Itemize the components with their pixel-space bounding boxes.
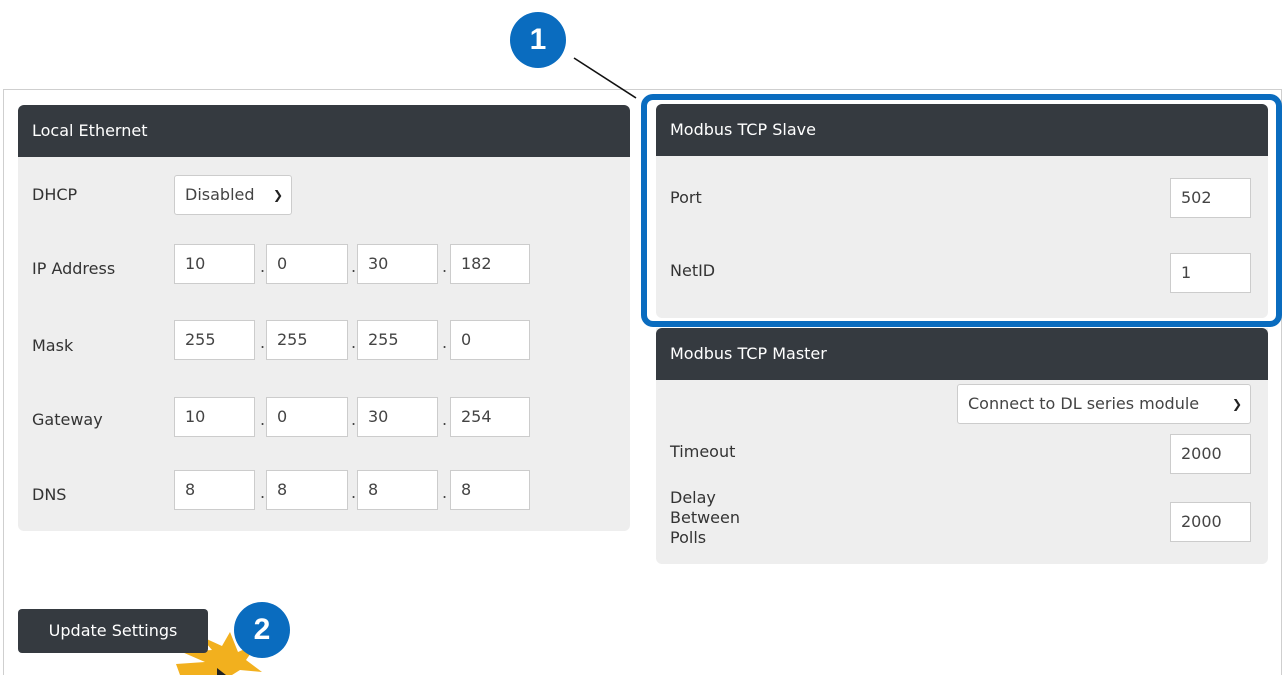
dns-octet-4[interactable]: 8 bbox=[450, 470, 530, 510]
ip-address-label: IP Address bbox=[32, 259, 116, 278]
master-mode-select[interactable]: Connect to DL series module ❯ bbox=[957, 384, 1251, 424]
delay-between-polls-input[interactable]: 2000 bbox=[1170, 502, 1251, 542]
gateway-octet-1[interactable]: 10 bbox=[174, 397, 255, 437]
dns-octet-2[interactable]: 8 bbox=[266, 470, 348, 510]
gateway-label: Gateway bbox=[32, 410, 103, 429]
ip-octet-1[interactable]: 10 bbox=[174, 244, 255, 284]
delay-label-line: Delay bbox=[670, 488, 716, 507]
dns-label: DNS bbox=[32, 485, 67, 504]
gateway-separator: . bbox=[260, 410, 266, 429]
gateway-separator: . bbox=[442, 410, 448, 429]
ip-octet-4[interactable]: 182 bbox=[450, 244, 530, 284]
mask-octet-2[interactable]: 255 bbox=[266, 320, 348, 360]
ip-separator: . bbox=[442, 257, 448, 276]
local-ethernet-panel: Local Ethernet DHCP Disabled ❯ IP Addres… bbox=[18, 105, 630, 531]
dns-separator: . bbox=[260, 483, 266, 502]
dns-separator: . bbox=[351, 483, 357, 502]
mask-separator: . bbox=[351, 333, 357, 352]
mask-separator: . bbox=[442, 333, 448, 352]
dhcp-select-value: Disabled bbox=[185, 185, 255, 204]
gateway-octet-2[interactable]: 0 bbox=[266, 397, 348, 437]
dhcp-label: DHCP bbox=[32, 185, 78, 204]
dns-octet-1[interactable]: 8 bbox=[174, 470, 255, 510]
callout-highlight-box bbox=[641, 94, 1282, 327]
delay-label-line: Polls bbox=[670, 528, 707, 547]
callout-badge-1: 1 bbox=[510, 12, 566, 68]
mask-octet-1[interactable]: 255 bbox=[174, 320, 255, 360]
callout-badge-2: 2 bbox=[234, 602, 290, 658]
dns-octet-3[interactable]: 8 bbox=[357, 470, 438, 510]
update-settings-button[interactable]: Update Settings bbox=[18, 609, 208, 653]
modbus-tcp-master-panel: Modbus TCP Master Connect to DL series m… bbox=[656, 328, 1268, 564]
timeout-input[interactable]: 2000 bbox=[1170, 434, 1251, 474]
ip-octet-2[interactable]: 0 bbox=[266, 244, 348, 284]
local-ethernet-title: Local Ethernet bbox=[18, 105, 630, 157]
modbus-tcp-master-title: Modbus TCP Master bbox=[656, 328, 1268, 380]
ip-separator: . bbox=[351, 257, 357, 276]
delay-label-line: Between bbox=[670, 508, 741, 527]
gateway-octet-3[interactable]: 30 bbox=[357, 397, 438, 437]
gateway-separator: . bbox=[351, 410, 357, 429]
master-mode-value: Connect to DL series module bbox=[968, 394, 1200, 413]
mask-octet-3[interactable]: 255 bbox=[357, 320, 438, 360]
delay-between-polls-label: Delay Between Polls bbox=[670, 488, 740, 548]
gateway-octet-4[interactable]: 254 bbox=[450, 397, 530, 437]
ip-separator: . bbox=[260, 257, 266, 276]
timeout-label: Timeout bbox=[670, 442, 736, 461]
mask-octet-4[interactable]: 0 bbox=[450, 320, 530, 360]
chevron-down-icon: ❯ bbox=[272, 188, 283, 202]
chevron-down-icon: ❯ bbox=[1231, 397, 1242, 411]
mask-separator: . bbox=[260, 333, 266, 352]
dns-separator: . bbox=[442, 483, 448, 502]
mask-label: Mask bbox=[32, 336, 74, 355]
dhcp-select[interactable]: Disabled ❯ bbox=[174, 175, 292, 215]
ip-octet-3[interactable]: 30 bbox=[357, 244, 438, 284]
